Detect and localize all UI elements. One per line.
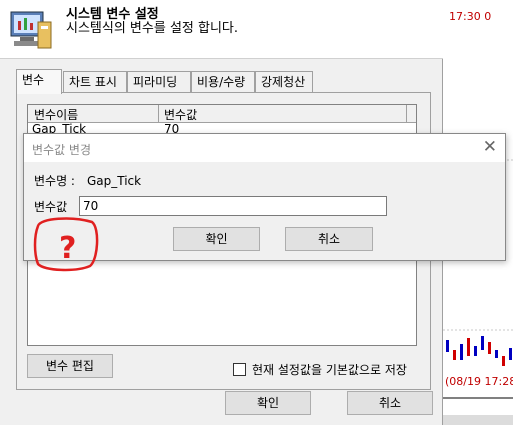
question-mark-annotation: ?: [33, 217, 99, 272]
candle: [453, 350, 456, 360]
tab-pyramiding[interactable]: 피라미딩: [127, 71, 191, 93]
variable-value-label: 변수값: [34, 200, 68, 214]
chart-time-bottom: (08/19 17:28): [445, 375, 513, 388]
candle: [481, 336, 484, 350]
ok-button[interactable]: 확인: [225, 391, 311, 415]
save-default-checkbox-row[interactable]: 현재 설정값을 기본값으로 저장: [233, 361, 407, 378]
monitor-chart-icon: [10, 11, 52, 49]
candle: [446, 340, 449, 352]
dialog-cancel-button[interactable]: 취소: [285, 227, 373, 251]
tab-variable[interactable]: 변수: [16, 69, 62, 94]
save-default-label: 현재 설정값을 기본값으로 저장: [252, 363, 407, 377]
candle: [502, 356, 505, 366]
tab-cost-quantity[interactable]: 비용/수량: [191, 71, 255, 93]
edit-variable-button[interactable]: 변수 편집: [27, 354, 113, 378]
chart-scrollbar[interactable]: [443, 415, 513, 425]
dialog-title: 변수값 변경: [32, 143, 92, 157]
window-header: 시스템 변수 설정 시스템식의 변수를 설정 합니다.: [0, 0, 443, 59]
column-divider[interactable]: [158, 105, 159, 122]
dialog-titlebar[interactable]: 변수값 변경 ✕: [24, 134, 505, 162]
candle: [467, 338, 470, 356]
tab-chart-display[interactable]: 차트 표시: [63, 71, 127, 93]
window-subtitle: 시스템식의 변수를 설정 합니다.: [66, 21, 239, 36]
column-divider[interactable]: [406, 105, 407, 122]
dialog-ok-button[interactable]: 확인: [173, 227, 260, 251]
candle: [474, 346, 477, 356]
variable-name-row: 변수명 : Gap_Tick: [34, 172, 141, 189]
candle: [509, 348, 512, 360]
close-icon[interactable]: ✕: [483, 137, 497, 157]
save-default-checkbox[interactable]: [233, 363, 246, 376]
variable-name-label: 변수명 :: [34, 174, 75, 188]
variable-name-value: Gap_Tick: [86, 174, 142, 188]
candle: [460, 344, 463, 360]
grid-header: 변수이름 변수값: [28, 105, 416, 123]
column-header-value[interactable]: 변수값: [164, 106, 197, 123]
variable-value-input[interactable]: [79, 196, 387, 216]
column-header-name[interactable]: 변수이름: [34, 106, 78, 123]
candle: [495, 350, 498, 358]
cancel-button[interactable]: 취소: [347, 391, 433, 415]
annotation-text: ?: [59, 231, 76, 266]
tab-forced-liquidation[interactable]: 강제청산: [255, 71, 313, 93]
candle: [488, 342, 491, 354]
